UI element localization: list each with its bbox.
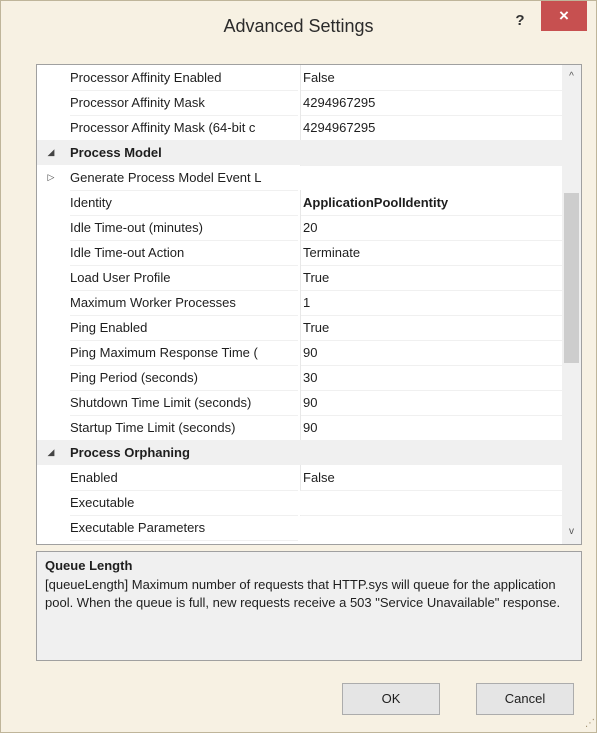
vertical-scrollbar[interactable]: ^ v bbox=[562, 65, 581, 544]
property-row[interactable]: Executable Parameters bbox=[37, 515, 562, 541]
cancel-button[interactable]: Cancel bbox=[476, 683, 574, 715]
property-row[interactable]: Ping Enabled True bbox=[37, 315, 562, 341]
help-button[interactable]: ? bbox=[509, 9, 531, 33]
property-value[interactable]: True bbox=[300, 315, 562, 341]
property-row[interactable]: Identity ApplicationPoolIdentity bbox=[37, 190, 562, 216]
property-name: Ping Period (seconds) bbox=[70, 365, 298, 391]
property-value[interactable]: ApplicationPoolIdentity bbox=[300, 190, 562, 216]
property-value[interactable]: False bbox=[300, 65, 562, 91]
collapse-arrow-icon[interactable]: ◢ bbox=[41, 140, 61, 165]
description-text: [queueLength] Maximum number of requests… bbox=[45, 577, 561, 610]
title-bar[interactable]: Advanced Settings ? × bbox=[1, 1, 596, 57]
property-value[interactable]: 20 bbox=[300, 215, 562, 241]
property-row[interactable]: Load User Profile True bbox=[37, 265, 562, 291]
collapse-arrow-icon[interactable]: ◢ bbox=[41, 440, 61, 465]
property-name: Executable bbox=[70, 490, 298, 516]
property-row[interactable]: Processor Affinity Mask (64-bit c 4294967… bbox=[37, 115, 562, 141]
property-row[interactable]: ▷ Generate Process Model Event L bbox=[37, 165, 562, 191]
close-button[interactable]: × bbox=[541, 1, 587, 31]
property-name: Processor Affinity Mask bbox=[70, 90, 298, 116]
property-name: Maximum Worker Processes bbox=[70, 290, 298, 316]
property-value[interactable]: True bbox=[300, 265, 562, 291]
property-row[interactable]: Processor Affinity Mask 4294967295 bbox=[37, 90, 562, 116]
property-value[interactable]: 90 bbox=[300, 340, 562, 366]
property-value[interactable]: 4294967295 bbox=[300, 115, 562, 141]
property-value[interactable]: False bbox=[300, 465, 562, 491]
property-name: Processor Affinity Enabled bbox=[70, 65, 298, 91]
property-value[interactable] bbox=[300, 165, 562, 166]
property-name: Executable Parameters bbox=[70, 515, 298, 541]
property-value[interactable]: 90 bbox=[300, 415, 562, 441]
property-row[interactable]: Idle Time-out Action Terminate bbox=[37, 240, 562, 266]
property-name: Startup Time Limit (seconds) bbox=[70, 415, 298, 441]
property-row[interactable]: Startup Time Limit (seconds) 90 bbox=[37, 415, 562, 441]
category-row[interactable]: ◢ Process Model bbox=[37, 140, 562, 165]
property-row[interactable]: Ping Period (seconds) 30 bbox=[37, 365, 562, 391]
property-name: Processor Affinity Mask (64-bit c bbox=[70, 115, 298, 141]
property-name: Load User Profile bbox=[70, 265, 298, 291]
property-value[interactable]: 90 bbox=[300, 390, 562, 416]
property-value[interactable]: 4294967295 bbox=[300, 90, 562, 116]
property-row[interactable]: Idle Time-out (minutes) 20 bbox=[37, 215, 562, 241]
property-row[interactable]: Processor Affinity Enabled False bbox=[37, 65, 562, 91]
category-row[interactable]: ◢ Process Orphaning bbox=[37, 440, 562, 465]
property-row[interactable]: Enabled False bbox=[37, 465, 562, 491]
property-name: Ping Enabled bbox=[70, 315, 298, 341]
property-row[interactable]: Ping Maximum Response Time (90 bbox=[37, 340, 562, 366]
property-name: Generate Process Model Event L bbox=[70, 165, 298, 191]
property-name: Idle Time-out (minutes) bbox=[70, 215, 298, 241]
property-name: Ping Maximum Response Time ( bbox=[70, 340, 298, 366]
advanced-settings-dialog: Advanced Settings ? × Processor Affinity… bbox=[0, 0, 597, 733]
property-name: Enabled bbox=[70, 465, 298, 491]
property-value[interactable]: Terminate bbox=[300, 240, 562, 266]
property-name: Idle Time-out Action bbox=[70, 240, 298, 266]
property-name: Identity bbox=[70, 190, 298, 216]
property-name: Shutdown Time Limit (seconds) bbox=[70, 390, 298, 416]
property-name: Process Model bbox=[70, 145, 162, 160]
ok-button[interactable]: OK bbox=[342, 683, 440, 715]
description-panel: Queue Length [queueLength] Maximum numbe… bbox=[36, 551, 582, 661]
dialog-title: Advanced Settings bbox=[223, 16, 374, 36]
scroll-down-icon[interactable]: v bbox=[562, 520, 581, 544]
property-value[interactable]: 30 bbox=[300, 365, 562, 391]
property-row[interactable]: Maximum Worker Processes 1 bbox=[37, 290, 562, 316]
property-value[interactable]: 1 bbox=[300, 290, 562, 316]
property-grid: Processor Affinity Enabled False Processor… bbox=[36, 64, 582, 545]
property-row[interactable]: Shutdown Time Limit (seconds) 90 bbox=[37, 390, 562, 416]
expand-arrow-icon[interactable]: ▷ bbox=[41, 165, 61, 190]
scroll-thumb[interactable] bbox=[564, 193, 579, 363]
property-row[interactable]: Executable bbox=[37, 490, 562, 516]
resize-grip-icon[interactable]: ⋰ bbox=[581, 717, 595, 731]
scroll-up-icon[interactable]: ^ bbox=[562, 65, 581, 89]
property-name: Process Orphaning bbox=[70, 445, 190, 460]
property-value[interactable] bbox=[300, 515, 562, 516]
description-title: Queue Length bbox=[45, 558, 133, 573]
property-value[interactable] bbox=[300, 490, 562, 491]
